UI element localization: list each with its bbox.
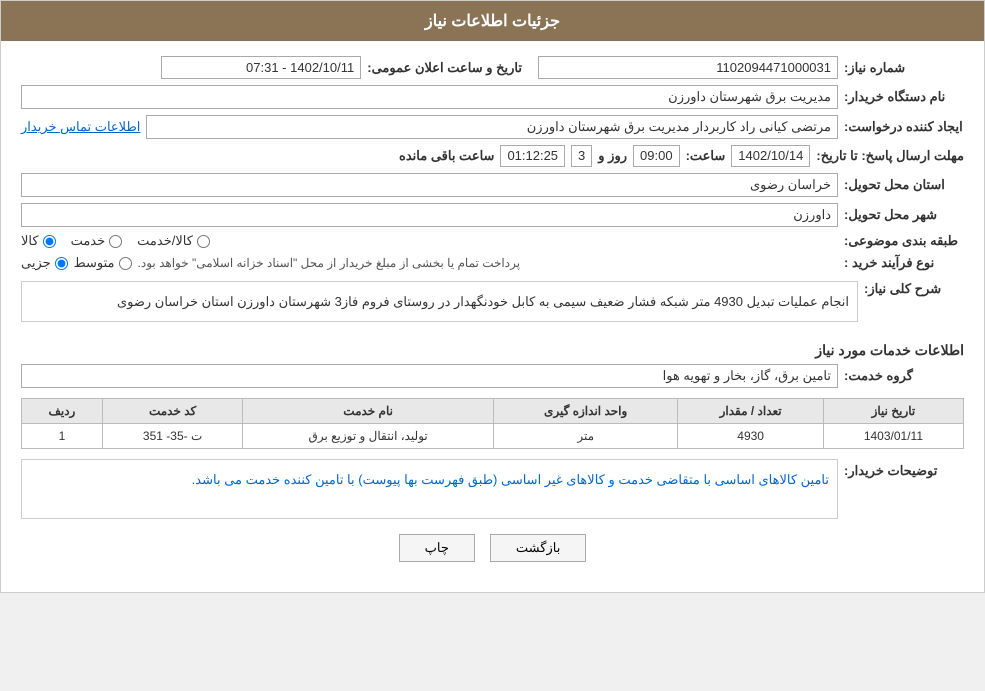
reply-deadline-label: مهلت ارسال پاسخ: تا تاریخ: (816, 148, 964, 164)
process-type-label: نوع فرآیند خرید : (844, 255, 964, 271)
requester-label: ایجاد کننده درخواست: (844, 119, 964, 135)
reply-remaining-label: ساعت باقی مانده (399, 148, 494, 164)
print-button[interactable]: چاپ (399, 534, 475, 562)
cell-date: 1403/01/11 (823, 424, 963, 449)
province-value: خراسان رضوی (21, 173, 838, 197)
contact-link[interactable]: اطلاعات تماس خریدار (21, 119, 140, 135)
radio-kala[interactable]: کالا (21, 233, 56, 249)
buyer-name-label: نام دستگاه خریدار: (844, 89, 964, 105)
col-date: تاریخ نیاز (823, 399, 963, 424)
category-radio-group: کالا/خدمت خدمت کالا (21, 233, 838, 249)
back-button[interactable]: بازگشت (490, 534, 586, 562)
reply-days-value: 3 (571, 145, 592, 167)
province-label: استان محل تحویل: (844, 177, 964, 193)
radio-jozvi[interactable]: جزیی (21, 255, 68, 271)
page-title: جزئیات اطلاعات نیاز (1, 1, 984, 41)
need-description-value: انجام عملیات تبدیل 4930 متر شبکه فشار ضع… (21, 281, 858, 322)
reply-remaining-value: 01:12:25 (500, 145, 565, 167)
need-number-label: شماره نیاز: (844, 60, 964, 76)
kala-label: کالا (21, 233, 39, 249)
reply-date-value: 1402/10/14 (731, 145, 810, 167)
cell-service-name: تولید، انتقال و توزیع برق (243, 424, 494, 449)
cell-unit: متر (493, 424, 677, 449)
cell-quantity: 4930 (678, 424, 823, 449)
col-row-number: ردیف (22, 399, 103, 424)
date-value: 1402/10/11 - 07:31 (161, 56, 361, 79)
buyer-name-value: مدیریت برق شهرستان داورزن (21, 85, 838, 109)
radio-khadamat[interactable]: خدمت (71, 233, 123, 249)
service-group-value: تامین برق، گاز، بخار و تهویه هوا (21, 364, 838, 388)
kala-khadamat-label: کالا/خدمت (137, 233, 193, 249)
category-label: طبقه بندی موضوعی: (844, 233, 964, 249)
process-note: پرداخت تمام یا بخشی از مبلغ خریدار از مح… (138, 256, 521, 270)
cell-service-code: ت -35- 351 (102, 424, 243, 449)
city-label: شهر محل تحویل: (844, 207, 964, 223)
col-service-code: کد خدمت (102, 399, 243, 424)
cell-row-number: 1 (22, 424, 103, 449)
services-table: تاریخ نیاز تعداد / مقدار واحد اندازه گیر… (21, 398, 964, 449)
table-row: 1403/01/11 4930 متر تولید، انتقال و توزی… (22, 424, 964, 449)
date-label: تاریخ و ساعت اعلان عمومی: (367, 60, 522, 76)
city-value: داورزن (21, 203, 838, 227)
need-number-value: 1102094471000031 (538, 56, 838, 79)
reply-days-label: روز و (598, 148, 627, 164)
button-row: بازگشت چاپ (21, 534, 964, 577)
khadamat-label: خدمت (71, 233, 106, 249)
reply-time-value: 09:00 (633, 145, 680, 167)
motavaset-label: متوسط (74, 255, 115, 271)
col-service-name: نام خدمت (243, 399, 494, 424)
col-quantity: تعداد / مقدار (678, 399, 823, 424)
col-unit: واحد اندازه گیری (493, 399, 677, 424)
requester-value: مرتضی کیانی راد کاربردار مدیریت برق شهرس… (146, 115, 838, 139)
jozvi-label: جزیی (21, 255, 51, 271)
need-description-label: شرح کلی نیاز: (864, 281, 964, 297)
buyer-notes-label: توضیحات خریدار: (844, 459, 964, 479)
radio-kala-khadamat[interactable]: کالا/خدمت (137, 233, 210, 249)
radio-motavaset[interactable]: متوسط (74, 255, 132, 271)
service-group-label: گروه خدمت: (844, 368, 964, 384)
reply-time-label: ساعت: (686, 148, 726, 164)
buyer-notes-row: توضیحات خریدار: تامین کالاهای اساسی با م… (21, 459, 964, 519)
services-title: اطلاعات خدمات مورد نیاز (21, 342, 964, 359)
buyer-notes-value: تامین کالاهای اساسی با متقاضی خدمت و کال… (21, 459, 838, 519)
